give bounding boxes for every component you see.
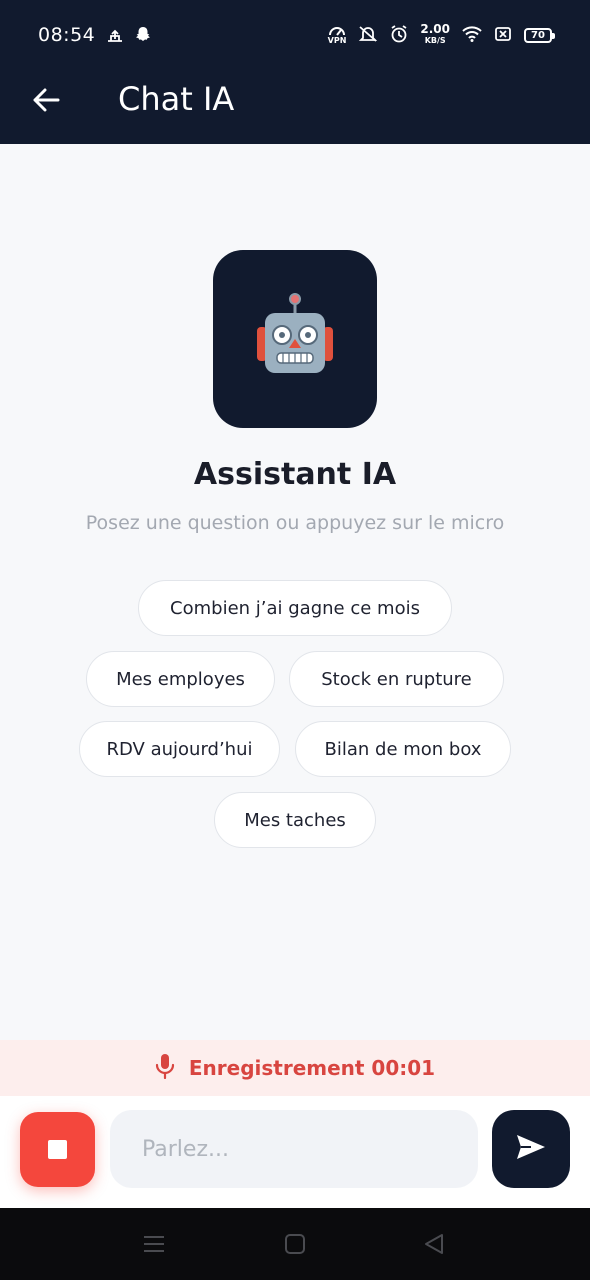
message-input[interactable] <box>110 1110 478 1188</box>
home-icon[interactable] <box>283 1232 307 1256</box>
mute-icon <box>358 25 378 46</box>
status-bar: 08:54 VPN 2.00 KB/S 70 <box>0 0 590 72</box>
chat-empty-state: Assistant IA Posez une question ou appuy… <box>0 144 590 1040</box>
suggestion-chip[interactable]: Bilan de mon box <box>295 721 511 777</box>
suggestion-chip[interactable]: Mes employes <box>86 651 275 707</box>
composer <box>0 1096 590 1208</box>
assistant-title: Assistant IA <box>193 457 397 492</box>
cloud-upload-icon <box>106 28 124 47</box>
page-title: Chat IA <box>118 80 235 118</box>
menu-icon[interactable] <box>142 1232 166 1256</box>
snapchat-icon <box>134 26 152 48</box>
system-nav-bar <box>0 1208 590 1280</box>
recording-indicator: Enregistrement 00:01 <box>0 1040 590 1096</box>
status-time: 08:54 <box>38 24 96 46</box>
suggestion-chip[interactable]: Stock en rupture <box>289 651 504 707</box>
status-left-icons <box>106 26 152 48</box>
send-icon <box>515 1133 547 1165</box>
stop-icon <box>48 1140 67 1159</box>
robot-icon <box>249 291 341 387</box>
arrow-left-icon <box>32 88 60 116</box>
assistant-subtitle: Posez une question ou appuyez sur le mic… <box>85 512 505 534</box>
speed-value: 2.00 <box>420 22 450 36</box>
send-button[interactable] <box>492 1110 570 1188</box>
alarm-icon <box>390 24 408 46</box>
vpn-icon: VPN <box>327 26 347 45</box>
app-bar: Chat IA <box>0 72 590 144</box>
no-sim-icon <box>494 26 512 45</box>
suggestion-chip[interactable]: Combien j’ai gagne ce mois <box>138 580 452 636</box>
network-speed: 2.00 KB/S <box>420 22 450 46</box>
back-button[interactable] <box>26 82 66 122</box>
assistant-avatar <box>213 250 377 428</box>
wifi-icon <box>462 25 482 45</box>
vpn-label: VPN <box>327 35 347 45</box>
stop-recording-button[interactable] <box>20 1112 95 1187</box>
recording-label: Enregistrement 00:01 <box>188 1056 436 1080</box>
microphone-icon <box>155 1053 175 1083</box>
suggestion-chip[interactable]: Mes taches <box>214 792 376 848</box>
suggestion-chip[interactable]: RDV aujourd’hui <box>79 721 280 777</box>
status-right-icons: VPN 2.00 KB/S 70 <box>327 22 555 46</box>
back-triangle-icon[interactable] <box>422 1232 446 1256</box>
battery-icon: 70 <box>524 27 555 43</box>
speed-unit: KB/S <box>424 36 446 45</box>
